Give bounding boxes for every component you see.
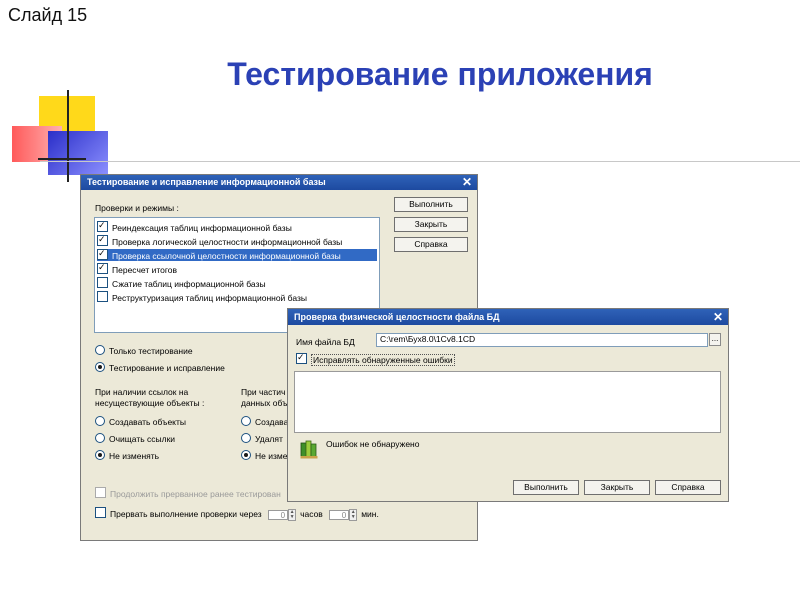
radio-refs-clear-dot[interactable]: [95, 433, 105, 443]
refs-heading-line1: При наличии ссылок на: [95, 387, 189, 397]
sub-help-button[interactable]: Справка: [655, 480, 721, 495]
radio-refs-clear[interactable]: Очищать ссылки: [95, 433, 175, 445]
checkbox-logical[interactable]: [97, 233, 108, 246]
log-area: [294, 371, 721, 433]
db-file-input[interactable]: C:\rem\Бух8.0\1Cv8.1CD: [376, 333, 708, 347]
radio-test-fix-dot[interactable]: [95, 362, 105, 372]
continue-checkbox[interactable]: [95, 487, 106, 498]
checkbox-referential[interactable]: [97, 247, 108, 260]
check-label-referential: Проверка ссылочной целостности информаци…: [112, 251, 341, 261]
sub-close-button[interactable]: Закрыть: [584, 480, 650, 495]
radio-refs-clear-label: Очищать ссылки: [109, 434, 176, 444]
interrupt-checkbox[interactable]: [95, 507, 106, 518]
interrupt-label: Прервать выполнение проверки через: [110, 509, 262, 519]
slide-title: Тестирование приложения: [227, 56, 653, 92]
radio-partial-create[interactable]: Создава: [241, 416, 288, 428]
radio-only-test-dot[interactable]: [95, 345, 105, 355]
partial-heading-line2: данных объ: [241, 398, 288, 408]
check-row-logical[interactable]: Проверка логической целостности информац…: [97, 233, 343, 247]
physical-dialog-titlebar[interactable]: Проверка физической целостности файла БД…: [288, 309, 728, 325]
fix-errors-label: Исправлять обнаруженные ошибки: [311, 354, 455, 366]
radio-only-test-label: Только тестирование: [109, 346, 193, 356]
browse-button[interactable]: ...: [709, 333, 721, 346]
radio-partial-delete-dot[interactable]: [241, 433, 251, 443]
check-label-restructure: Реструктуризация таблиц информационной б…: [112, 293, 307, 303]
radio-partial-nochange[interactable]: Не изме: [241, 450, 287, 462]
fix-errors-row[interactable]: Исправлять обнаруженные ошибки: [296, 351, 455, 366]
interrupt-row: Прервать выполнение проверки через 0 ▲ ▼ ча…: [95, 507, 379, 521]
testing-dialog-title: Тестирование и исправление информационно…: [87, 177, 326, 187]
close-button[interactable]: Закрыть: [394, 217, 468, 232]
radio-refs-nochange[interactable]: Не изменять: [95, 450, 159, 462]
fix-errors-checkbox[interactable]: [296, 351, 307, 364]
check-label-totals: Пересчет итогов: [112, 265, 178, 275]
radio-test-fix[interactable]: Тестирование и исправление: [95, 362, 225, 374]
testing-dialog-titlebar[interactable]: Тестирование и исправление информационно…: [81, 175, 477, 190]
db-file-label: Имя файла БД: [296, 337, 355, 347]
check-label-logical: Проверка логической целостности информац…: [112, 237, 343, 247]
radio-partial-nochange-dot[interactable]: [241, 450, 251, 460]
physical-dialog-title: Проверка физической целостности файла БД: [294, 312, 500, 322]
partial-heading-line1: При частич: [241, 387, 286, 397]
radio-test-fix-label: Тестирование и исправление: [109, 363, 225, 373]
checks-label: Проверки и режимы :: [95, 203, 179, 213]
hours-spinner[interactable]: 0: [268, 510, 289, 520]
radio-refs-create-dot[interactable]: [95, 416, 105, 426]
check-label-compress: Сжатие таблиц информационной базы: [112, 279, 266, 289]
blue-square-decoration: [48, 131, 108, 175]
radio-only-test[interactable]: Только тестирование: [95, 345, 193, 357]
radio-refs-create[interactable]: Создавать объекты: [95, 416, 186, 428]
result-text: Ошибок не обнаружено: [326, 439, 420, 449]
radio-partial-create-label: Создава: [255, 417, 289, 427]
continue-row[interactable]: Продолжить прерванное ранее тестирован: [95, 487, 281, 499]
run-button[interactable]: Выполнить: [394, 197, 468, 212]
radio-partial-create-dot[interactable]: [241, 416, 251, 426]
minutes-spinner-arrows[interactable]: ▲ ▼: [349, 509, 358, 521]
radio-partial-delete[interactable]: Удалят: [241, 433, 283, 445]
books-icon: [300, 437, 318, 459]
radio-refs-nochange-dot[interactable]: [95, 450, 105, 460]
help-button[interactable]: Справка: [394, 237, 468, 252]
horizontal-line-decoration: [38, 158, 86, 160]
radio-refs-nochange-label: Не изменять: [109, 451, 160, 461]
checkbox-compress[interactable]: [97, 277, 108, 288]
radio-refs-create-label: Создавать объекты: [109, 417, 186, 427]
check-row-restructure[interactable]: Реструктуризация таблиц информационной б…: [97, 291, 307, 303]
sub-run-button[interactable]: Выполнить: [513, 480, 579, 495]
vertical-line-decoration: [67, 90, 69, 182]
check-row-referential[interactable]: Проверка ссылочной целостности информаци…: [97, 247, 377, 261]
physical-integrity-dialog: Проверка физической целостности файла БД…: [287, 308, 729, 502]
close-icon[interactable]: ✕: [712, 309, 724, 324]
refs-heading-line2: несуществующие объекты :: [95, 398, 205, 408]
radio-partial-nochange-label: Не изме: [255, 451, 288, 461]
checkbox-totals[interactable]: [97, 261, 108, 274]
continue-label: Продолжить прерванное ранее тестирован: [110, 489, 281, 499]
check-row-totals[interactable]: Пересчет итогов: [97, 261, 178, 275]
divider-line: [40, 161, 800, 162]
slide-number: Слайд 15: [8, 5, 88, 25]
radio-partial-delete-label: Удалят: [255, 434, 283, 444]
check-row-reindex[interactable]: Реиндексация таблиц информационной базы: [97, 219, 292, 233]
checkbox-restructure[interactable]: [97, 291, 108, 302]
minutes-unit: мин.: [361, 509, 379, 519]
minutes-spinner[interactable]: 0: [329, 510, 350, 520]
check-label-reindex: Реиндексация таблиц информационной базы: [112, 223, 292, 233]
checkbox-reindex[interactable]: [97, 219, 108, 232]
hours-spinner-arrows[interactable]: ▲ ▼: [288, 509, 297, 521]
close-icon[interactable]: ✕: [461, 175, 473, 190]
hours-unit: часов: [300, 509, 323, 519]
check-row-compress[interactable]: Сжатие таблиц информационной базы: [97, 277, 266, 289]
